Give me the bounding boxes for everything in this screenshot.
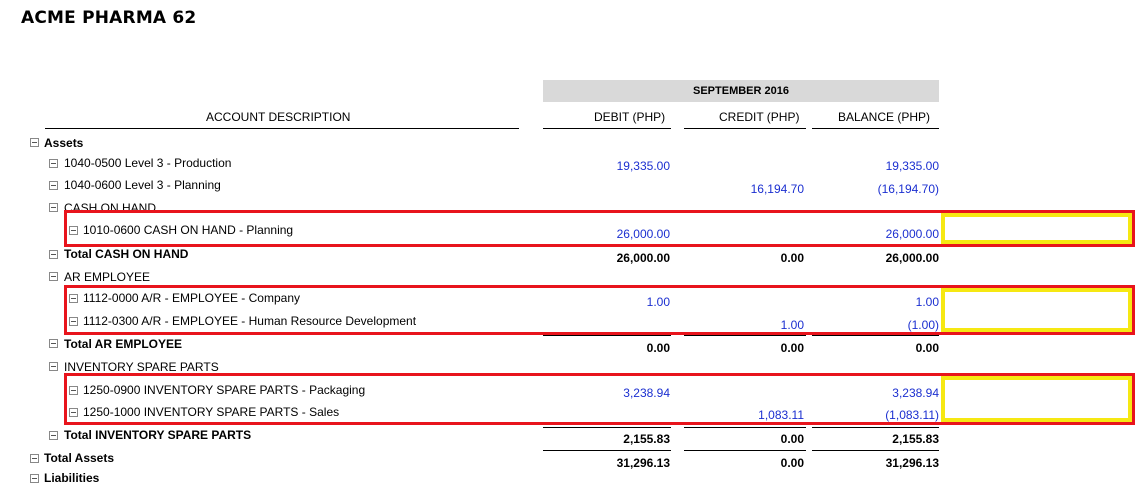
total-balance: 31,296.13 xyxy=(885,456,939,470)
total-rule xyxy=(684,335,806,336)
total-credit: 0.00 xyxy=(780,432,804,446)
total-rule xyxy=(684,450,806,451)
collapse-icon[interactable] xyxy=(49,431,58,440)
total-debit: 2,155.83 xyxy=(623,432,670,446)
report-title: ACME PHARMA 62 xyxy=(21,8,197,28)
total-credit: 0.00 xyxy=(780,251,804,265)
total-rule xyxy=(684,427,806,428)
total-credit: 0.00 xyxy=(780,456,804,470)
total-rule xyxy=(812,335,939,336)
header-underline xyxy=(45,128,519,129)
period-header: SEPTEMBER 2016 xyxy=(543,80,939,102)
column-header-debit: DEBIT (PHP) xyxy=(594,110,666,124)
collapse-icon[interactable] xyxy=(49,181,58,190)
highlight-box-yellow xyxy=(941,288,1132,332)
collapse-icon[interactable] xyxy=(49,159,58,168)
balance-value[interactable]: 19,335.00 xyxy=(829,159,939,173)
column-header-description: ACCOUNT DESCRIPTION xyxy=(206,110,351,124)
total-debit: 31,296.13 xyxy=(616,456,670,470)
total-balance: 0.00 xyxy=(915,341,939,355)
total-label: Total AR EMPLOYEE xyxy=(64,337,183,351)
header-underline xyxy=(684,128,806,129)
group-label-next-section: Liabilities xyxy=(44,471,100,485)
total-label: Total INVENTORY SPARE PARTS xyxy=(64,428,252,442)
total-credit: 0.00 xyxy=(780,341,804,355)
account-label: 1040-0600 Level 3 - Planning xyxy=(64,178,221,192)
collapse-icon[interactable] xyxy=(30,138,39,147)
total-rule xyxy=(812,427,939,428)
highlight-box-yellow xyxy=(941,376,1132,422)
total-rule xyxy=(812,450,939,451)
group-label-inventory-spare-parts: INVENTORY SPARE PARTS xyxy=(64,360,219,374)
group-label-ar-employee: AR EMPLOYEE xyxy=(64,270,151,284)
collapse-icon[interactable] xyxy=(49,203,58,212)
group-label-assets: Assets xyxy=(44,136,84,150)
header-underline xyxy=(543,128,671,129)
collapse-icon[interactable] xyxy=(49,339,58,348)
total-debit: 0.00 xyxy=(646,341,670,355)
total-rule xyxy=(543,450,671,451)
total-label: Total CASH ON HAND xyxy=(64,247,189,261)
collapse-icon[interactable] xyxy=(49,272,58,281)
collapse-icon[interactable] xyxy=(30,474,39,483)
collapse-icon[interactable] xyxy=(49,362,58,371)
account-label: 1040-0500 Level 3 - Production xyxy=(64,156,232,170)
collapse-icon[interactable] xyxy=(49,250,58,259)
total-balance: 26,000.00 xyxy=(885,251,939,265)
total-rule xyxy=(543,427,671,428)
credit-value[interactable]: 16,194.70 xyxy=(694,182,804,196)
column-header-credit: CREDIT (PHP) xyxy=(719,110,800,124)
collapse-icon[interactable] xyxy=(30,454,39,463)
header-underline xyxy=(812,128,939,129)
debit-value[interactable]: 19,335.00 xyxy=(560,159,670,173)
highlight-box-yellow xyxy=(941,213,1132,244)
total-debit: 26,000.00 xyxy=(616,251,670,265)
total-rule xyxy=(543,335,671,336)
total-balance: 2,155.83 xyxy=(892,432,939,446)
total-label: Total Assets xyxy=(44,451,115,465)
balance-value[interactable]: (16,194.70) xyxy=(829,182,939,196)
column-header-balance: BALANCE (PHP) xyxy=(838,110,931,124)
